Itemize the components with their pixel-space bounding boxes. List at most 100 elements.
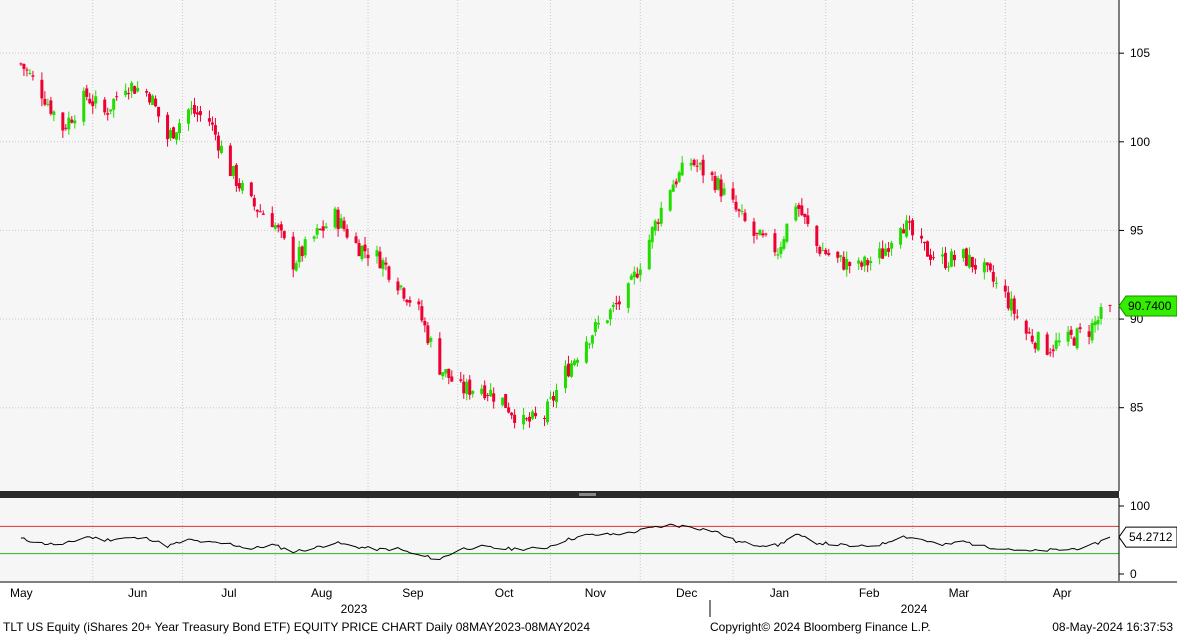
candle-body xyxy=(943,252,947,269)
indicator-last-value-label: 54.2712 xyxy=(1118,526,1177,548)
candle-body xyxy=(91,101,95,107)
candle-body xyxy=(94,96,98,104)
candle-body xyxy=(423,320,427,326)
candle-body xyxy=(920,235,924,239)
candle-body xyxy=(399,285,403,288)
candle-body xyxy=(1048,352,1052,354)
candle-body xyxy=(940,254,944,257)
candle-body xyxy=(638,269,642,276)
candle-body xyxy=(674,181,678,185)
candle-body xyxy=(172,127,176,139)
candle-body xyxy=(396,281,400,291)
candle-body xyxy=(1045,334,1049,355)
candle-body xyxy=(127,93,131,95)
candle-body xyxy=(866,260,870,266)
candle-body xyxy=(270,213,274,228)
candle-body xyxy=(420,306,424,321)
candle-body xyxy=(88,98,92,104)
candle-body xyxy=(112,98,116,110)
candle-body xyxy=(384,262,388,265)
candle-body xyxy=(827,252,831,255)
price-last-value-text: 90.7400 xyxy=(1128,299,1172,313)
candle-body xyxy=(522,414,526,425)
candle-body xyxy=(773,233,777,253)
candle-body xyxy=(40,79,44,99)
candle-body xyxy=(531,411,535,419)
candle-body xyxy=(198,111,202,116)
candle-body xyxy=(1093,321,1097,326)
candle-body xyxy=(647,239,651,270)
candle-body xyxy=(926,241,930,257)
candle-body xyxy=(46,103,50,105)
candle-body xyxy=(752,221,756,236)
candle-body xyxy=(468,379,472,395)
candle-body xyxy=(964,248,968,266)
candle-body xyxy=(899,228,903,245)
footer-timestamp: 08-May-2024 16:37:53 xyxy=(1052,620,1173,634)
candle-body xyxy=(797,204,801,209)
candle-body xyxy=(698,162,702,165)
candle-body xyxy=(1078,327,1082,330)
candle-body xyxy=(115,96,119,98)
candle-body xyxy=(133,86,137,94)
candle-body xyxy=(635,273,639,278)
price-tick-label: 105 xyxy=(1130,46,1150,60)
candle-body xyxy=(887,248,891,252)
candle-body xyxy=(240,182,244,191)
price-tick-label: 100 xyxy=(1130,135,1150,149)
candle-body xyxy=(731,188,735,200)
candle-body xyxy=(405,299,409,303)
candle-body xyxy=(629,275,633,280)
price-panel-background xyxy=(0,0,1119,491)
month-tick-label: Jul xyxy=(221,586,236,600)
candle-body xyxy=(605,320,609,323)
candle-body xyxy=(67,117,71,130)
candle-body xyxy=(345,228,349,238)
panel-divider-grip[interactable] xyxy=(579,493,596,496)
candle-body xyxy=(462,381,466,394)
candle-body xyxy=(911,220,915,236)
candle-body xyxy=(821,250,825,252)
candle-body xyxy=(234,164,238,186)
candle-body xyxy=(1036,332,1040,351)
candle-body xyxy=(692,159,696,166)
candle-body xyxy=(991,271,995,282)
candle-body xyxy=(1090,323,1094,341)
candle-body xyxy=(1069,329,1073,335)
candle-body xyxy=(848,262,852,266)
candle-body xyxy=(923,241,927,244)
candle-body xyxy=(842,256,846,270)
candle-body xyxy=(755,232,759,234)
candle-body xyxy=(342,220,346,230)
candle-body xyxy=(803,213,807,217)
candle-body xyxy=(510,412,514,416)
candle-body xyxy=(650,227,654,243)
indicator-tick-label: 0 xyxy=(1130,567,1137,581)
candle-body xyxy=(324,226,328,229)
candle-body xyxy=(563,365,567,389)
month-tick-label: May xyxy=(10,586,33,600)
price-tick-label: 85 xyxy=(1130,401,1144,415)
candle-body xyxy=(189,108,193,110)
candle-body xyxy=(779,247,783,254)
candle-body xyxy=(680,162,684,176)
candle-body xyxy=(294,263,298,271)
candle-body xyxy=(441,372,445,377)
candle-body xyxy=(216,135,220,151)
candle-body xyxy=(363,244,367,252)
candle-body xyxy=(740,210,744,212)
candle-body xyxy=(761,233,765,236)
candle-body xyxy=(19,63,23,65)
candle-body xyxy=(743,212,747,221)
candle-body xyxy=(794,206,798,221)
candle-body xyxy=(994,282,998,284)
candle-body xyxy=(1003,285,1007,292)
candle-body xyxy=(949,251,953,267)
candle-body xyxy=(249,182,253,197)
month-tick-label: Feb xyxy=(859,586,880,600)
panel-divider[interactable] xyxy=(0,491,1119,498)
candle-body xyxy=(608,309,612,320)
candle-body xyxy=(339,218,343,229)
candle-body xyxy=(73,120,77,124)
indicator-tick-label: 100 xyxy=(1130,499,1150,513)
